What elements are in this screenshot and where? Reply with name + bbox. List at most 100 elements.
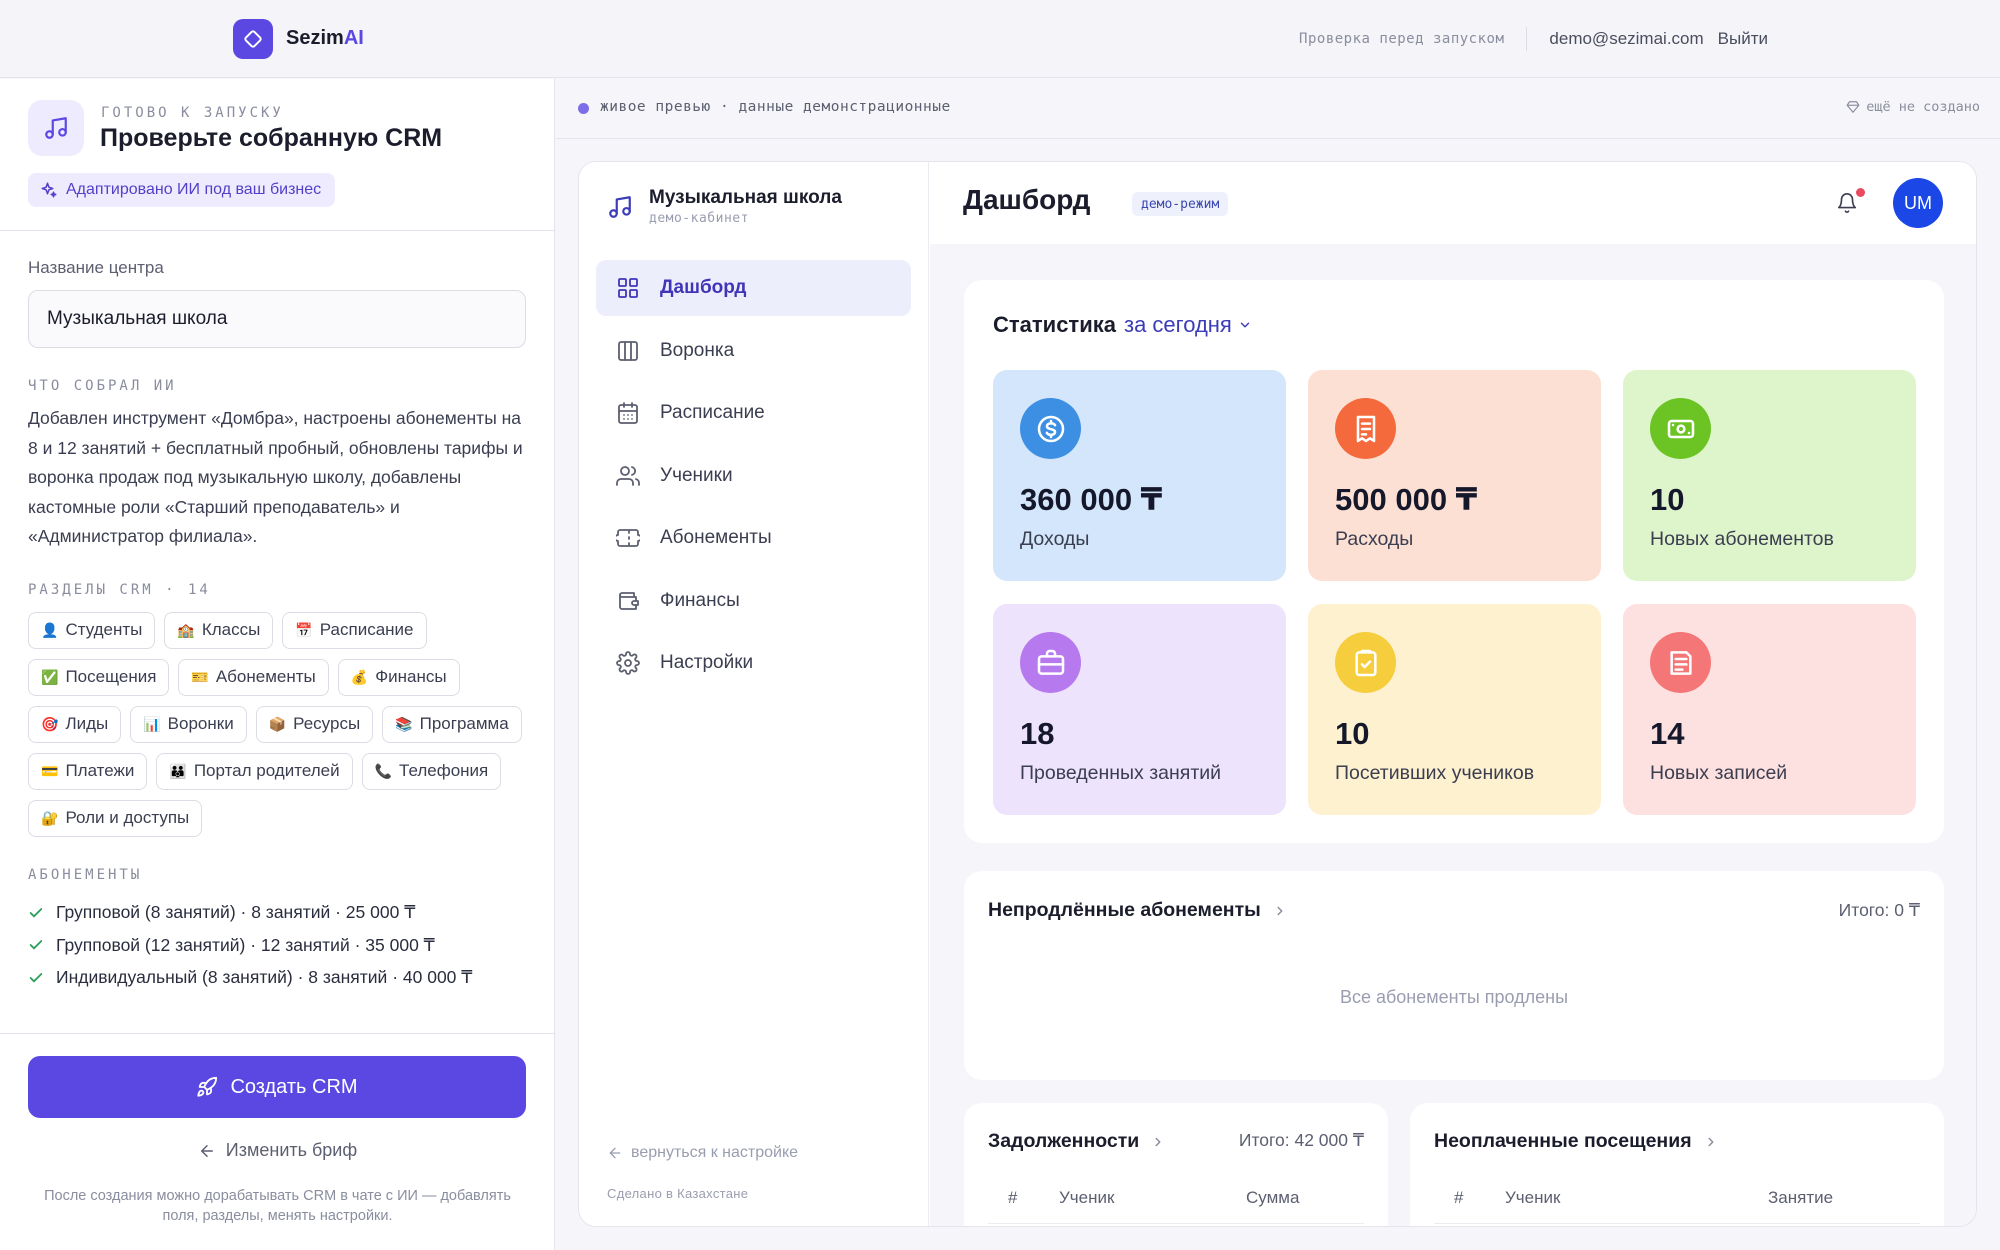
preview-status-text: живое превью · данные демонстрационные bbox=[600, 99, 951, 115]
debts-title[interactable]: Задолженности bbox=[988, 1130, 1165, 1153]
section-emoji-icon: 🏫 bbox=[177, 621, 195, 638]
crm-section-chip[interactable]: 🎫 Абонементы bbox=[178, 658, 329, 696]
crm-section-chip[interactable]: ✅ Посещения bbox=[28, 658, 170, 696]
logout-link[interactable]: Выйти bbox=[1718, 29, 1768, 49]
nav-item-label: Воронка bbox=[660, 339, 735, 361]
debts-col-student: Ученик bbox=[1059, 1188, 1115, 1207]
nav-item-label: Настройки bbox=[660, 652, 754, 673]
section-emoji-icon: ✅ bbox=[41, 668, 59, 685]
section-chip-label: Финансы bbox=[375, 667, 447, 686]
dollar-icon bbox=[1020, 398, 1081, 459]
nav-item[interactable]: Дашборд bbox=[596, 260, 911, 316]
rocket-icon bbox=[197, 1076, 218, 1097]
section-chip-label: Студенты bbox=[65, 620, 143, 639]
stat-card-value: 360 000 ₸ bbox=[1020, 482, 1163, 517]
unrenewed-title[interactable]: Непродлённые абонементы bbox=[988, 899, 1287, 922]
crm-section-chip[interactable]: 🎯 Лиды bbox=[28, 705, 122, 743]
stat-card[interactable]: 14 Новых записей bbox=[1623, 604, 1916, 815]
brand-name[interactable]: SezimAI bbox=[286, 27, 364, 50]
stat-card[interactable]: 10 Посетивших учеников bbox=[1308, 604, 1601, 815]
stat-card[interactable]: 360 000 ₸ Доходы bbox=[993, 370, 1286, 581]
section-emoji-icon: 📦 bbox=[268, 715, 287, 732]
setup-title: Проверьте собранную CRM bbox=[100, 124, 443, 152]
section-chip-label: Ресурсы bbox=[293, 714, 361, 733]
nav-item[interactable]: Финансы bbox=[596, 573, 911, 629]
section-chip-label: Абонементы bbox=[215, 667, 316, 686]
crm-section-chip[interactable]: 📚 Программа bbox=[382, 705, 522, 743]
made-in-note: Сделано в Казахстане bbox=[607, 1186, 749, 1201]
crm-section-chip[interactable]: 📊 Воронки bbox=[130, 705, 247, 743]
statistics-label: Статистика bbox=[993, 312, 1116, 337]
crm-section-chip[interactable]: 🔐 Роли и доступы bbox=[28, 799, 203, 837]
crm-section-chip[interactable]: 💰 Финансы bbox=[337, 658, 460, 696]
sparkle-icon bbox=[41, 182, 57, 198]
section-emoji-icon: 💰 bbox=[350, 668, 369, 685]
period-selector[interactable]: за сегодня bbox=[1124, 312, 1252, 338]
preview-header: Дашборд демо-режим UM bbox=[930, 162, 1976, 244]
crm-preview: Музыкальная школа демо-кабинет Дашборд Во… bbox=[578, 161, 1977, 1227]
briefcase-icon bbox=[1020, 632, 1081, 693]
unpaid-col-student: Ученик bbox=[1505, 1188, 1561, 1207]
section-emoji-icon: 🔐 bbox=[41, 809, 59, 826]
subscription-text: Групповой (8 занятий) · 8 занятий · 25 0… bbox=[56, 902, 416, 923]
divider bbox=[988, 1223, 1364, 1224]
crm-section-chip[interactable]: 💳 Платежи bbox=[28, 752, 148, 790]
stat-card-value: 500 000 ₸ bbox=[1335, 482, 1478, 517]
ai-adapted-text: Адаптировано ИИ под ваш бизнес bbox=[66, 181, 322, 198]
crm-section-chip[interactable]: 📦 Ресурсы bbox=[255, 705, 374, 743]
center-name-label: Название центра bbox=[28, 258, 164, 277]
crm-section-chip[interactable]: 👤 Студенты bbox=[28, 611, 156, 649]
crm-section-chip[interactable]: 🏫 Классы bbox=[164, 611, 274, 649]
create-crm-button[interactable]: Создать CRM bbox=[28, 1056, 526, 1118]
avatar[interactable]: UM bbox=[1893, 178, 1943, 228]
stat-card-value: 18 bbox=[1020, 716, 1055, 751]
crm-section-chip[interactable]: 📅 Расписание bbox=[282, 611, 427, 649]
edit-brief-link[interactable]: Изменить бриф bbox=[0, 1140, 554, 1161]
notification-dot bbox=[1856, 188, 1865, 197]
subscriptions-list: Групповой (8 занятий) · 8 занятий · 25 0… bbox=[28, 897, 528, 995]
section-emoji-icon: 📅 bbox=[295, 621, 313, 638]
stat-card-label: Доходы bbox=[1020, 528, 1090, 550]
stat-card-value: 10 bbox=[1335, 716, 1370, 751]
ticket-icon bbox=[616, 529, 640, 547]
preview-main: Дашборд демо-режим UM Статистика за сего… bbox=[930, 162, 1976, 1226]
section-chip-label: Платежи bbox=[65, 761, 135, 780]
unrenewed-empty-state: Все абонементы продлены bbox=[1339, 987, 1569, 1007]
logo-icon[interactable] bbox=[233, 19, 273, 59]
music-note-icon bbox=[607, 194, 633, 220]
unpaid-title[interactable]: Неоплаченные посещения bbox=[1434, 1130, 1718, 1153]
nav-item[interactable]: Ученики bbox=[596, 448, 911, 504]
grid-icon bbox=[618, 278, 638, 298]
nav-item[interactable]: Воронка bbox=[596, 323, 911, 379]
section-emoji-icon: 👤 bbox=[41, 621, 59, 638]
edit-brief-label: Изменить бриф bbox=[225, 1140, 358, 1160]
section-chip-label: Воронки bbox=[167, 714, 234, 733]
stat-card[interactable]: 500 000 ₸ Расходы bbox=[1308, 370, 1601, 581]
unpaid-visits-panel: Неоплаченные посещения # Ученик Занятие bbox=[1410, 1103, 1944, 1226]
center-name-input[interactable]: Музыкальная школа bbox=[28, 290, 526, 348]
wallet-icon bbox=[619, 591, 639, 610]
footer-note: После создания можно дорабатывать CRM в … bbox=[44, 1188, 511, 1224]
user-email: demo@sezimai.com bbox=[1549, 29, 1704, 48]
top-bar: SezimAI Проверка перед запуском demo@sez… bbox=[0, 0, 2000, 78]
nav-item[interactable]: Настройки bbox=[596, 635, 911, 691]
crm-section-chip[interactable]: 👪 Портал родителей bbox=[156, 752, 353, 790]
stat-card[interactable]: 10 Новых абонементов bbox=[1623, 370, 1916, 581]
period-label: за сегодня bbox=[1123, 312, 1232, 337]
bell-icon[interactable] bbox=[1836, 191, 1858, 215]
back-to-setup-link[interactable]: вернуться к настройке bbox=[607, 1144, 798, 1162]
subscriptions-heading: АБОНЕМЕНТЫ bbox=[28, 866, 143, 883]
nav-item[interactable]: Абонементы bbox=[596, 510, 911, 566]
preview-status-bar: живое превью · данные демонстрационные е… bbox=[556, 79, 2000, 139]
school-name: Музыкальная школа bbox=[649, 187, 842, 208]
subscription-text: Групповой (12 занятий) · 12 занятий · 35… bbox=[56, 934, 435, 955]
nav-item[interactable]: Расписание bbox=[596, 385, 911, 441]
ai-collected-heading: ЧТО СОБРАЛ ИИ bbox=[28, 378, 177, 394]
music-note-icon bbox=[28, 100, 84, 156]
notes-icon bbox=[1650, 632, 1711, 693]
stat-card[interactable]: 18 Проведенных занятий bbox=[993, 604, 1286, 815]
check-icon bbox=[29, 907, 43, 918]
crm-section-chip[interactable]: 📞 Телефония bbox=[361, 752, 502, 790]
page-title: Дашборд bbox=[963, 184, 1091, 215]
unpaid-col-number: # bbox=[1454, 1188, 1464, 1207]
